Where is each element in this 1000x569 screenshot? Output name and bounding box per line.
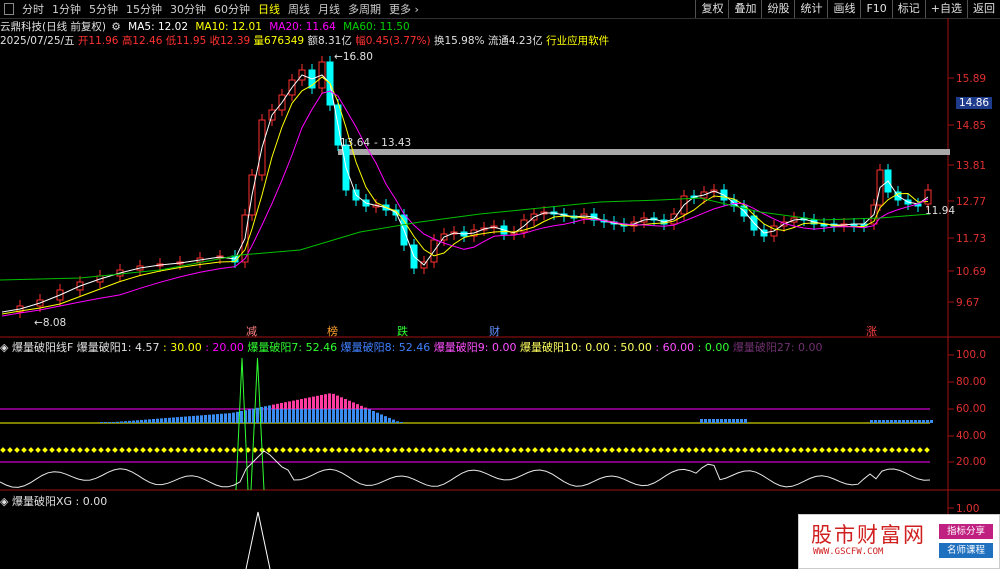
ind1-value: : 0.00: [697, 341, 730, 354]
quote-low: 低11.95: [165, 35, 207, 47]
xg-spike: [245, 511, 271, 569]
price-tick: 12.77: [956, 196, 987, 208]
ind1-axis-tick: 60.00: [956, 403, 987, 415]
indicator-histogram: [100, 393, 933, 423]
ma10-value: MA10: 12.01: [195, 21, 262, 33]
price-tick: 13.81: [956, 160, 987, 172]
resist-right-label: - 13.43: [374, 137, 412, 149]
stock-quote-row: 2025/07/25/五 开11.96 高12.46 低11.95 收12.39…: [0, 33, 609, 48]
high-price-label: ←16.80: [334, 51, 373, 63]
resistance-band: [338, 149, 950, 155]
indicator-spikes: [235, 357, 265, 491]
price-tick: 10.69: [956, 266, 987, 278]
signal-rise[interactable]: 涨: [866, 323, 877, 339]
price-tick: 11.73: [956, 233, 987, 245]
indicator1-settings-icon[interactable]: ◈: [0, 341, 8, 354]
quote-industry[interactable]: 行业应用软件: [546, 35, 609, 47]
candlesticks: [16, 56, 932, 318]
ind1-value: : 20.00: [205, 341, 244, 354]
signal-list[interactable]: 榜: [327, 323, 338, 339]
ind1-value: 爆量破阳27: 0.00: [732, 341, 823, 354]
price-tick: 15.89: [956, 73, 987, 85]
ind1-value: 爆量破阳10: 0.00: [520, 341, 610, 354]
signal-drop[interactable]: 跌: [397, 323, 408, 339]
ma5-value: MA5: 12.02: [128, 21, 188, 33]
site-watermark: 股市财富网 WWW.GSCFW.COM 指标分享 名师课程: [798, 514, 1000, 569]
indicator-white-line: [0, 450, 931, 488]
quote-open: 开11.96: [77, 35, 119, 47]
stock-name-mode[interactable]: 云鼎科技(日线 前复权): [0, 21, 106, 33]
ind1-value: 爆量破阳1: 4.57: [76, 341, 160, 354]
ind1-value: 爆量破阳9: 0.00: [433, 341, 517, 354]
price-tick: 14.85: [956, 120, 987, 132]
quote-float-cap: 流通4.23亿: [487, 35, 543, 47]
ind1-axis-tick: 40.00: [956, 430, 987, 442]
quote-volume: 量676349: [253, 35, 305, 47]
watermark-tag-indicators: 指标分享: [939, 524, 993, 539]
ma-lines: [0, 74, 931, 317]
indicator1-name[interactable]: 爆量破阳线F: [12, 341, 73, 354]
signal-reduce[interactable]: 减: [246, 323, 257, 339]
ind1-value: : 30.00: [163, 341, 202, 354]
ind1-value: : 50.00: [613, 341, 652, 354]
stock-ma-row: 云鼎科技(日线 前复权) ⚙ MA5: 12.02 MA10: 12.01 MA…: [0, 19, 410, 34]
resist-left-label: 13.64: [340, 137, 371, 149]
quote-turnover: 换15.98%: [433, 35, 485, 47]
watermark-tag-courses: 名师课程: [939, 543, 993, 558]
indicator2-header: ◈ 爆量破阳XG : 0.00: [0, 493, 107, 509]
quote-close: 收12.39: [209, 35, 251, 47]
watermark-url: WWW.GSCFW.COM: [813, 547, 884, 557]
kline-chart-canvas[interactable]: [0, 0, 1000, 569]
ma60-value: MA60: 11.50: [343, 21, 410, 33]
ind1-axis-tick: 80.00: [956, 376, 987, 388]
settings-icon[interactable]: ⚙: [111, 21, 120, 33]
last-price-label: 11.94: [925, 205, 956, 217]
ind1-value: 爆量破阳7: 52.46: [247, 341, 338, 354]
indicator2-settings-icon[interactable]: ◈: [0, 495, 8, 508]
low-price-label: ←8.08: [34, 317, 67, 329]
ind1-value: 爆量破阳8: 52.46: [340, 341, 431, 354]
ind1-axis-tick: 100.0: [956, 349, 987, 361]
indicator-dot-line: [0, 447, 930, 453]
ma20-value: MA20: 11.64: [269, 21, 336, 33]
price-tick: 9.67: [956, 297, 980, 309]
quote-amount: 额8.31亿: [307, 35, 352, 47]
ind1-axis-tick: 20.00: [956, 456, 987, 468]
indicator1-header: ◈ 爆量破阳线F 爆量破阳1: 4.57 : 30.00 : 20.00 爆量破…: [0, 339, 823, 355]
current-price-tag: 14.86: [956, 97, 993, 109]
indicator2-value: : 0.00: [75, 495, 108, 508]
quote-change: 幅0.45(3.77%): [355, 35, 431, 47]
quote-date: 2025/07/25/五: [0, 35, 75, 47]
indicator2-name[interactable]: 爆量破阳XG: [12, 495, 72, 508]
signal-finance[interactable]: 财: [489, 323, 500, 339]
quote-high: 高12.46: [121, 35, 163, 47]
ind1-value: : 60.00: [655, 341, 695, 354]
watermark-title: 股市财富网: [811, 523, 926, 547]
